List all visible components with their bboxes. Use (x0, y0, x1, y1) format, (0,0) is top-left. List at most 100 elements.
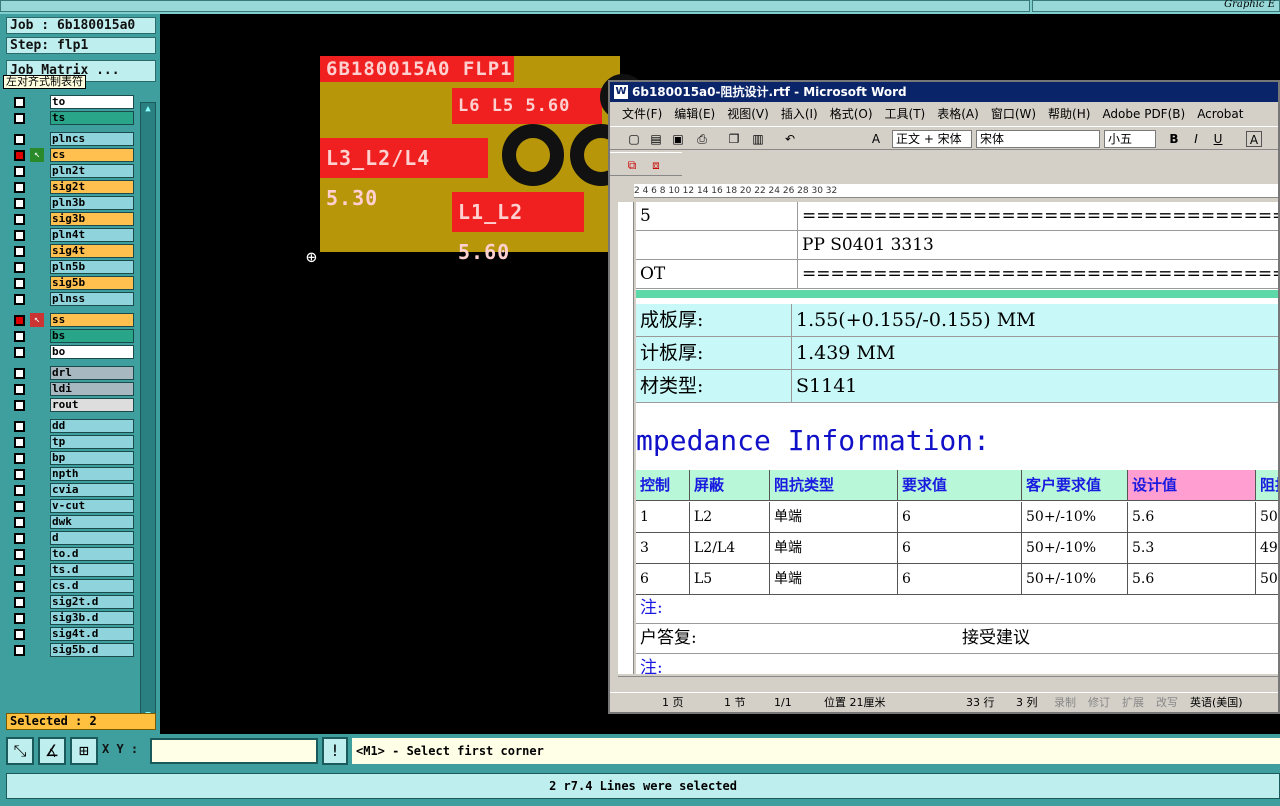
layer-arrow-icon[interactable]: ↖ (30, 148, 44, 162)
layer-checkbox[interactable] (14, 294, 25, 305)
layer-checkbox[interactable] (14, 150, 25, 161)
pdf-convert-icon[interactable]: ⧉ (624, 157, 640, 173)
layer-checkbox[interactable] (14, 501, 25, 512)
layer-row-ss[interactable]: ↖ ss (10, 313, 134, 327)
menu-item[interactable]: 工具(T) (885, 107, 926, 121)
menu-item[interactable]: 帮助(H) (1048, 107, 1090, 121)
layer-name[interactable]: bo (50, 345, 134, 359)
layer-row-rout[interactable]: rout (10, 398, 134, 412)
menu-item[interactable]: Acrobat (1197, 107, 1243, 121)
layer-row-sig4t.d[interactable]: sig4t.d (10, 627, 134, 641)
layer-checkbox[interactable] (14, 97, 25, 108)
layer-name[interactable]: to (50, 95, 134, 109)
layer-name[interactable]: cs.d (50, 579, 134, 593)
layer-checkbox[interactable] (14, 384, 25, 395)
layer-checkbox[interactable] (14, 214, 25, 225)
xy-input[interactable] (150, 738, 318, 764)
menu-item[interactable]: 表格(A) (937, 107, 979, 121)
layer-row-ts[interactable]: ts (10, 111, 134, 125)
open-icon[interactable]: ▤ (648, 131, 664, 147)
layer-checkbox[interactable] (14, 182, 25, 193)
layer-name[interactable]: npth (50, 467, 134, 481)
style-icon[interactable]: A (868, 131, 884, 147)
layer-checkbox[interactable] (14, 166, 25, 177)
print-icon[interactable]: ⎙ (694, 131, 710, 147)
layer-row-plncs[interactable]: plncs (10, 132, 134, 146)
layer-name[interactable]: v-cut (50, 499, 134, 513)
layer-checkbox[interactable] (14, 246, 25, 257)
underline-icon[interactable]: U (1210, 131, 1226, 147)
menu-item[interactable]: 文件(F) (622, 107, 662, 121)
zoom-tool-icon[interactable]: ⤡ (6, 737, 34, 765)
layer-row-cs.d[interactable]: cs.d (10, 579, 134, 593)
layer-row-cs[interactable]: ↖ cs (10, 148, 134, 162)
layer-row-d[interactable]: d (10, 531, 134, 545)
menu-item[interactable]: 格式(O) (830, 107, 873, 121)
layer-name[interactable]: bs (50, 329, 134, 343)
layer-row-bo[interactable]: bo (10, 345, 134, 359)
layer-checkbox[interactable] (14, 278, 25, 289)
size-select[interactable]: 小五 (1104, 130, 1156, 148)
layer-checkbox[interactable] (14, 368, 25, 379)
style-select[interactable]: 正文 + 宋体 (892, 130, 972, 148)
layer-checkbox[interactable] (14, 469, 25, 480)
layer-checkbox[interactable] (14, 453, 25, 464)
layer-checkbox[interactable] (14, 315, 25, 326)
layer-row-sig3b[interactable]: sig3b (10, 212, 134, 226)
layer-row-npth[interactable]: npth (10, 467, 134, 481)
layer-row-ldi[interactable]: ldi (10, 382, 134, 396)
layer-name[interactable]: sig4t (50, 244, 134, 258)
save-icon[interactable]: ▣ (670, 131, 686, 147)
layer-name[interactable]: dwk (50, 515, 134, 529)
status-ovr[interactable]: 改写 (1156, 693, 1178, 712)
word-window[interactable]: W 6b180015a0-阻抗设计.rtf - Microsoft Word 文件… (608, 80, 1280, 714)
layer-row-pln2t[interactable]: pln2t (10, 164, 134, 178)
layer-checkbox[interactable] (14, 437, 25, 448)
layer-name[interactable]: sig5b (50, 276, 134, 290)
paste-icon[interactable]: ▥ (750, 131, 766, 147)
copy-icon[interactable]: ❐ (726, 131, 742, 147)
layer-name[interactable]: ts (50, 111, 134, 125)
pdf-email-icon[interactable]: ⧈ (648, 157, 664, 173)
layer-name[interactable]: sig2t.d (50, 595, 134, 609)
layer-checkbox[interactable] (14, 262, 25, 273)
font-select[interactable]: 宋体 (976, 130, 1100, 148)
layer-row-sig2t.d[interactable]: sig2t.d (10, 595, 134, 609)
layer-checkbox[interactable] (14, 134, 25, 145)
layer-name[interactable]: dd (50, 419, 134, 433)
layer-row-to[interactable]: to (10, 95, 134, 109)
layer-row-to.d[interactable]: to.d (10, 547, 134, 561)
menu-item[interactable]: 插入(I) (781, 107, 818, 121)
layer-row-sig5b.d[interactable]: sig5b.d (10, 643, 134, 657)
grid-tool-icon[interactable]: ⊞ (70, 737, 98, 765)
layer-checkbox[interactable] (14, 485, 25, 496)
layer-name[interactable]: d (50, 531, 134, 545)
layer-row-v-cut[interactable]: v-cut (10, 499, 134, 513)
layer-row-dd[interactable]: dd (10, 419, 134, 433)
layer-checkbox[interactable] (14, 549, 25, 560)
layer-checkbox[interactable] (14, 597, 25, 608)
undo-icon[interactable]: ↶ (782, 131, 798, 147)
layer-name[interactable]: plncs (50, 132, 134, 146)
layer-name[interactable]: sig5b.d (50, 643, 134, 657)
layer-checkbox[interactable] (14, 230, 25, 241)
layer-checkbox[interactable] (14, 331, 25, 342)
layer-row-pln4t[interactable]: pln4t (10, 228, 134, 242)
layer-arrow-icon[interactable]: ↖ (30, 313, 44, 327)
status-rev[interactable]: 修订 (1088, 693, 1110, 712)
menu-item[interactable]: 视图(V) (727, 107, 769, 121)
layer-checkbox[interactable] (14, 198, 25, 209)
status-ext[interactable]: 扩展 (1122, 693, 1144, 712)
horizontal-scrollbar[interactable] (618, 676, 1278, 690)
layer-checkbox[interactable] (14, 113, 25, 124)
font-color-icon[interactable]: A (1246, 131, 1262, 147)
layer-row-bs[interactable]: bs (10, 329, 134, 343)
layer-row-cvia[interactable]: cvia (10, 483, 134, 497)
layer-row-sig5b[interactable]: sig5b (10, 276, 134, 290)
layer-row-sig2t[interactable]: sig2t (10, 180, 134, 194)
layer-name[interactable]: ss (50, 313, 134, 327)
layer-name[interactable]: pln5b (50, 260, 134, 274)
layer-name[interactable]: bp (50, 451, 134, 465)
layer-name[interactable]: plnss (50, 292, 134, 306)
layer-row-plnss[interactable]: plnss (10, 292, 134, 306)
